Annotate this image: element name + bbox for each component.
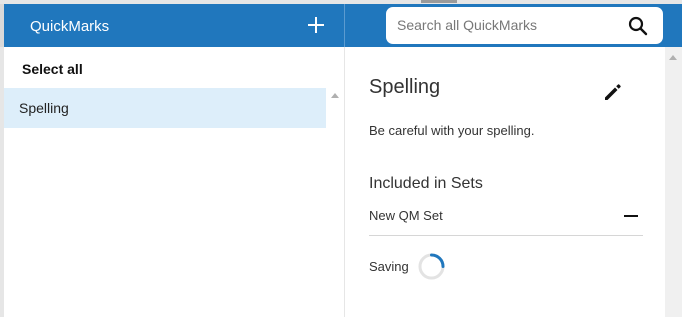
search-icon[interactable] — [628, 16, 648, 36]
app-title: QuickMarks — [30, 18, 110, 35]
detail-scrollbar[interactable] — [665, 47, 682, 317]
pencil-icon[interactable] — [602, 81, 624, 103]
search-input[interactable] — [397, 15, 617, 35]
set-row: New QM Set — [369, 199, 643, 236]
status-label: Saving — [369, 259, 409, 274]
minus-icon — [624, 215, 638, 217]
add-quickmark-button[interactable] — [304, 13, 328, 37]
quickmarks-list-panel: Select all Spelling — [4, 47, 344, 317]
quickmark-description: Be careful with your spelling. — [369, 123, 535, 138]
list-item-label: Spelling — [19, 100, 69, 116]
list-scrollbar[interactable] — [326, 88, 344, 317]
search-box — [386, 7, 663, 44]
scroll-up-arrow-icon[interactable] — [669, 55, 677, 60]
set-name: New QM Set — [369, 208, 443, 223]
top-strip-mark — [421, 0, 457, 3]
select-all-link[interactable]: Select all — [22, 61, 83, 77]
quickmark-detail-panel: Spelling Be careful with your spelling. … — [345, 47, 665, 317]
quickmark-title: Spelling — [369, 76, 441, 98]
spinner-icon — [417, 252, 446, 281]
sets-heading: Included in Sets — [369, 175, 483, 192]
header-left-edge — [0, 4, 4, 47]
plus-icon — [308, 17, 324, 33]
quickmarks-list: Spelling — [4, 88, 326, 317]
list-item-spelling[interactable]: Spelling — [4, 88, 326, 128]
app-header: QuickMarks — [0, 4, 682, 47]
header-divider — [344, 4, 345, 47]
scroll-up-arrow-icon[interactable] — [331, 93, 339, 98]
remove-from-set-button[interactable] — [621, 206, 641, 226]
